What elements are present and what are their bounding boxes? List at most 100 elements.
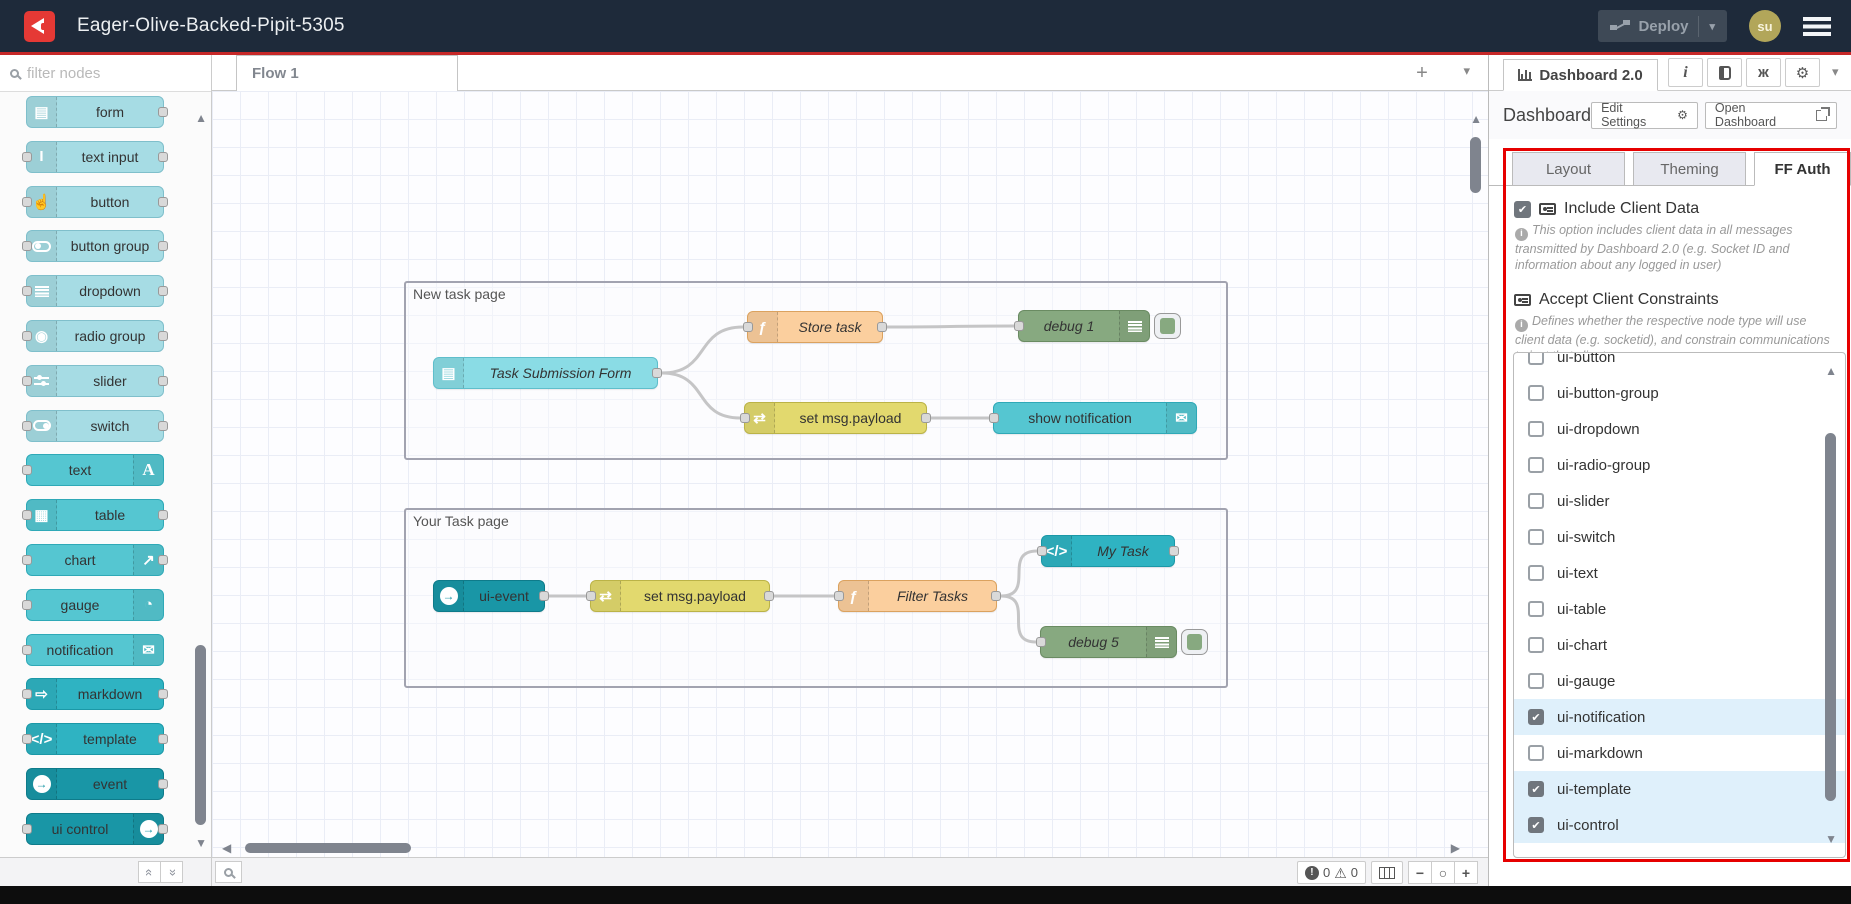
- debug-sidebar-button[interactable]: ж: [1746, 58, 1781, 87]
- debug-toggle-button[interactable]: [1154, 313, 1181, 339]
- palette-node-button-group[interactable]: button group: [26, 230, 164, 262]
- include-client-data-checkbox[interactable]: ✔: [1514, 201, 1531, 218]
- input-port[interactable]: [740, 413, 750, 423]
- output-port[interactable]: [921, 413, 931, 423]
- ui-control-checkbox[interactable]: ✔: [1528, 817, 1544, 833]
- collapse-palette-categories-button[interactable]: «: [138, 861, 161, 883]
- ui-dropdown-checkbox[interactable]: [1528, 421, 1544, 437]
- ui-markdown-checkbox[interactable]: [1528, 745, 1544, 761]
- constraint-row-ui-table[interactable]: ui-table: [1514, 591, 1845, 627]
- output-port[interactable]: [158, 197, 168, 207]
- output-port[interactable]: [158, 331, 168, 341]
- flow-node-filter-tasks[interactable]: ƒFilter Tasks: [838, 580, 997, 612]
- input-port[interactable]: [989, 413, 999, 423]
- input-port[interactable]: [22, 510, 32, 520]
- input-port[interactable]: [22, 645, 32, 655]
- input-port[interactable]: [743, 322, 753, 332]
- zoom-out-button[interactable]: −: [1408, 861, 1432, 884]
- palette-node-gauge[interactable]: gauge◔: [26, 589, 164, 621]
- output-port[interactable]: [158, 555, 168, 565]
- flow-node-debug-5[interactable]: debug 5: [1040, 626, 1177, 658]
- flow-canvas[interactable]: ▲ ◀ ▶ New task pageYour Task page▤Task S…: [212, 91, 1488, 857]
- user-avatar[interactable]: su: [1749, 10, 1781, 42]
- config-sidebar-button[interactable]: ⚙: [1785, 58, 1820, 87]
- input-port[interactable]: [586, 591, 596, 601]
- ui-template-checkbox[interactable]: ✔: [1528, 781, 1544, 797]
- flow-node-show-notification[interactable]: show notification✉: [993, 402, 1197, 434]
- constraint-row-ui-dropdown[interactable]: ui-dropdown: [1514, 411, 1845, 447]
- palette-node-notification[interactable]: notification✉: [26, 634, 164, 666]
- constraint-row-ui-control[interactable]: ✔ui-control: [1514, 807, 1845, 843]
- canvas-vscrollbar-thumb[interactable]: [1470, 137, 1481, 193]
- deploy-button[interactable]: Deploy ▾: [1598, 10, 1727, 42]
- constraint-row-ui-switch[interactable]: ui-switch: [1514, 519, 1845, 555]
- output-port[interactable]: [158, 241, 168, 251]
- ui-slider-checkbox[interactable]: [1528, 493, 1544, 509]
- input-port[interactable]: [22, 555, 32, 565]
- debug-toggle-button[interactable]: [1181, 629, 1208, 655]
- palette-scrollbar-thumb[interactable]: [195, 645, 206, 825]
- input-port[interactable]: [22, 824, 32, 834]
- input-port[interactable]: [22, 241, 32, 251]
- ui-notification-checkbox[interactable]: ✔: [1528, 709, 1544, 725]
- sidebar-options-caret-icon[interactable]: ▾: [1832, 64, 1839, 80]
- info-sidebar-button[interactable]: i: [1668, 58, 1703, 87]
- tab-flow-1[interactable]: Flow 1: [236, 55, 458, 91]
- palette-node-text[interactable]: textA: [26, 454, 164, 486]
- output-port[interactable]: [158, 376, 168, 386]
- panel-tab-theming[interactable]: Theming: [1633, 152, 1746, 186]
- palette-node-table[interactable]: ▦table: [26, 499, 164, 531]
- output-port[interactable]: [158, 734, 168, 744]
- canvas-hscrollbar-thumb[interactable]: [245, 843, 411, 853]
- edit-settings-button[interactable]: Edit Settings ⚙: [1591, 102, 1698, 129]
- flow-node-ui-event[interactable]: →ui-event: [433, 580, 545, 612]
- input-port[interactable]: [22, 421, 32, 431]
- palette-node-button[interactable]: ☝button: [26, 186, 164, 218]
- constraint-row-ui-radio-group[interactable]: ui-radio-group: [1514, 447, 1845, 483]
- input-port[interactable]: [22, 152, 32, 162]
- palette-node-markdown[interactable]: ⇨markdown: [26, 678, 164, 710]
- ui-table-checkbox[interactable]: [1528, 601, 1544, 617]
- canvas-scroll-left-icon[interactable]: ◀: [222, 842, 231, 854]
- tab-dashboard-2[interactable]: Dashboard 2.0: [1503, 59, 1658, 91]
- input-port[interactable]: [22, 600, 32, 610]
- palette-node-switch[interactable]: switch: [26, 410, 164, 442]
- ui-button-checkbox[interactable]: [1528, 352, 1544, 365]
- palette-node-template[interactable]: </>template: [26, 723, 164, 755]
- flow-node-debug-1[interactable]: debug 1: [1018, 310, 1150, 342]
- zoom-in-button[interactable]: +: [1454, 861, 1478, 884]
- search-flows-button[interactable]: [215, 861, 242, 883]
- constraint-row-ui-gauge[interactable]: ui-gauge: [1514, 663, 1845, 699]
- input-port[interactable]: [22, 376, 32, 386]
- list-scroll-down-icon[interactable]: ▼: [1825, 833, 1837, 845]
- palette-node-form[interactable]: ▤form: [26, 96, 164, 128]
- input-port[interactable]: [22, 689, 32, 699]
- palette-node-radio-group[interactable]: ◉radio group: [26, 320, 164, 352]
- output-port[interactable]: [764, 591, 774, 601]
- palette-scroll-down-icon[interactable]: ▼: [195, 837, 207, 849]
- flow-list-caret-icon[interactable]: ▾: [1463, 63, 1470, 79]
- output-port[interactable]: [1169, 546, 1179, 556]
- filter-nodes-input[interactable]: [27, 65, 167, 82]
- notification-counts[interactable]: ! 0 ⚠ 0: [1297, 861, 1366, 884]
- output-port[interactable]: [158, 421, 168, 431]
- input-port[interactable]: [22, 286, 32, 296]
- output-port[interactable]: [158, 779, 168, 789]
- help-sidebar-button[interactable]: [1707, 58, 1742, 87]
- constraint-row-ui-notification[interactable]: ✔ui-notification: [1514, 699, 1845, 735]
- flow-node-task-submission-form[interactable]: ▤Task Submission Form: [433, 357, 658, 389]
- input-port[interactable]: [22, 197, 32, 207]
- ui-text-checkbox[interactable]: [1528, 565, 1544, 581]
- constraint-row-ui-text[interactable]: ui-text: [1514, 555, 1845, 591]
- output-port[interactable]: [158, 152, 168, 162]
- palette-node-event[interactable]: →event: [26, 768, 164, 800]
- canvas-scroll-right-icon[interactable]: ▶: [1451, 842, 1460, 854]
- input-port[interactable]: [1014, 321, 1024, 331]
- list-scroll-up-icon[interactable]: ▲: [1825, 365, 1837, 377]
- panel-tab-ff-auth[interactable]: FF Auth: [1754, 152, 1851, 186]
- palette-node-ui-control[interactable]: ui control→: [26, 813, 164, 845]
- add-flow-button[interactable]: +: [1408, 60, 1436, 86]
- ui-switch-checkbox[interactable]: [1528, 529, 1544, 545]
- constraint-row-ui-button-group[interactable]: ui-button-group: [1514, 375, 1845, 411]
- constraint-row-ui-slider[interactable]: ui-slider: [1514, 483, 1845, 519]
